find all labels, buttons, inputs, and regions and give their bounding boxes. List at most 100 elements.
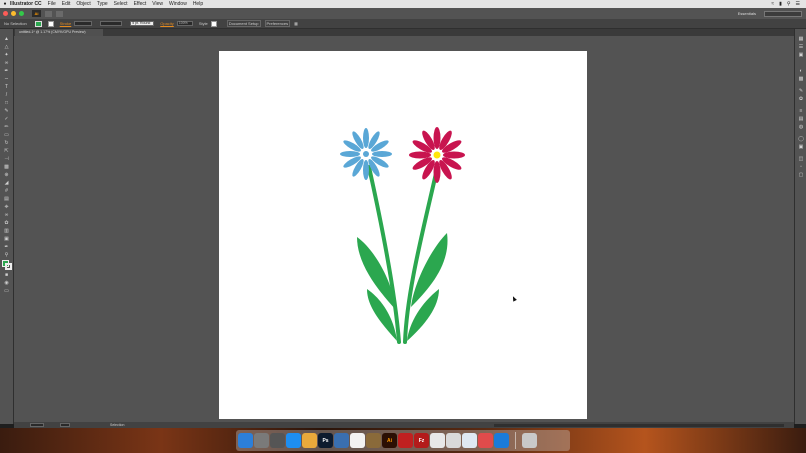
symbols-panel-icon[interactable]: ✿: [798, 97, 804, 102]
color-mode-icon[interactable]: ■: [3, 273, 10, 278]
spotlight-icon[interactable]: ⚲: [787, 1, 791, 7]
minimize-window-icon[interactable]: [11, 11, 16, 16]
battery-icon[interactable]: ▮: [779, 1, 782, 7]
symbol-sprayer-tool-icon[interactable]: ✿: [3, 221, 10, 226]
shape-builder-tool-icon[interactable]: ⊕: [3, 173, 10, 178]
bridge-icon[interactable]: [45, 10, 52, 17]
lasso-tool-icon[interactable]: ∞: [3, 61, 10, 66]
dock-app-store-icon[interactable]: [286, 433, 301, 448]
menu-edit[interactable]: Edit: [62, 1, 71, 7]
dock-calendar-icon[interactable]: [350, 433, 365, 448]
pencil-tool-icon[interactable]: ✏: [3, 125, 10, 130]
menu-view[interactable]: View: [152, 1, 163, 7]
shaper-tool-icon[interactable]: ✓: [3, 117, 10, 122]
flower-artwork[interactable]: [219, 51, 587, 419]
preferences-button[interactable]: Preferences: [264, 20, 291, 27]
paintbrush-tool-icon[interactable]: ✎: [3, 109, 10, 114]
stroke-swatch[interactable]: [47, 20, 54, 27]
dock-chrome-icon[interactable]: [446, 433, 461, 448]
zoom-window-icon[interactable]: [19, 11, 24, 16]
close-window-icon[interactable]: [3, 11, 8, 16]
width-tool-icon[interactable]: ⊣: [3, 157, 10, 162]
dock-photoshop-icon[interactable]: Ps: [318, 433, 333, 448]
transform-panel-icon[interactable]: ▢: [798, 173, 804, 178]
appearance-panel-icon[interactable]: ◯: [798, 137, 804, 142]
dock-safari-icon[interactable]: [462, 433, 477, 448]
blend-tool-icon[interactable]: ∞: [3, 213, 10, 218]
scale-tool-icon[interactable]: ⇱: [3, 149, 10, 154]
document-setup-button[interactable]: Document Setup: [226, 20, 261, 27]
menu-file[interactable]: File: [48, 1, 56, 7]
rectangle-tool-icon[interactable]: □: [3, 101, 10, 106]
menu-help[interactable]: Help: [193, 1, 203, 7]
transparency-panel-icon[interactable]: ◍: [798, 125, 804, 130]
style-swatch[interactable]: [210, 20, 217, 27]
curvature-tool-icon[interactable]: ∽: [3, 77, 10, 82]
layers-panel-icon[interactable]: ☰: [798, 45, 804, 50]
eyedropper-tool-icon[interactable]: ⎈: [3, 205, 10, 210]
dock-screenshot-icon[interactable]: [494, 433, 509, 448]
pathfinder-panel-icon[interactable]: ▫: [798, 165, 804, 170]
perspective-tool-icon[interactable]: ◢: [3, 181, 10, 186]
column-graph-tool-icon[interactable]: ▥: [3, 229, 10, 234]
variable-width-field[interactable]: [100, 21, 123, 26]
stroke-link[interactable]: Stroke: [60, 21, 72, 26]
dock-system-preferences-icon[interactable]: [254, 433, 269, 448]
workspace-switcher[interactable]: Essentials: [738, 11, 756, 16]
fill-stroke-widget[interactable]: [2, 260, 12, 270]
slice-tool-icon[interactable]: ✒: [3, 245, 10, 250]
apple-icon[interactable]: ●: [0, 1, 10, 7]
line-tool-icon[interactable]: /: [3, 93, 10, 98]
brushes-panel-icon[interactable]: ✎: [798, 89, 804, 94]
dock-autodesk-icon[interactable]: [398, 433, 413, 448]
stroke-panel-icon[interactable]: ≡: [798, 109, 804, 114]
dock-launchpad-icon[interactable]: [270, 433, 285, 448]
screen-mode-icon[interactable]: ▭: [3, 289, 10, 294]
zoom-field[interactable]: [30, 423, 44, 427]
app-menu[interactable]: Illustrator CC: [10, 1, 42, 7]
arrange-icon[interactable]: ▦: [294, 21, 298, 26]
stroke-color-box[interactable]: [5, 263, 12, 270]
menu-select[interactable]: Select: [114, 1, 128, 7]
dock-keynote-icon[interactable]: [366, 433, 381, 448]
dock-illustrator-icon[interactable]: Ai: [382, 433, 397, 448]
magic-wand-tool-icon[interactable]: ✦: [3, 53, 10, 58]
document-tab[interactable]: untitled-1* @ 1.17% (CMYK/GPU Preview): [15, 29, 103, 36]
dock-filezilla-icon[interactable]: Fz: [414, 433, 429, 448]
status-readout[interactable]: Selection: [110, 423, 124, 427]
properties-panel-icon[interactable]: ▦: [798, 37, 804, 42]
artboard-navigation-field[interactable]: [60, 423, 70, 427]
zoom-tool-icon[interactable]: ⚲: [3, 253, 10, 258]
artboard-tool-icon[interactable]: ▣: [3, 237, 10, 242]
dock-photos-icon[interactable]: [302, 433, 317, 448]
swatches-panel-icon[interactable]: ▩: [798, 77, 804, 82]
notification-icon[interactable]: ☰: [796, 1, 800, 7]
libraries-panel-icon[interactable]: ▣: [798, 53, 804, 58]
color-panel-icon[interactable]: ◐: [798, 69, 804, 74]
mesh-tool-icon[interactable]: #: [3, 189, 10, 194]
artboard[interactable]: [219, 51, 587, 419]
menu-effect[interactable]: Effect: [134, 1, 147, 7]
align-panel-icon[interactable]: ◫: [798, 157, 804, 162]
free-transform-tool-icon[interactable]: ▩: [3, 165, 10, 170]
menu-object[interactable]: Object: [76, 1, 90, 7]
dock-finder-icon[interactable]: [238, 433, 253, 448]
opacity-link[interactable]: Opacity: [160, 21, 174, 26]
stroke-weight-field[interactable]: [74, 21, 93, 26]
dock-itunes-icon[interactable]: [430, 433, 445, 448]
direct-selection-tool-icon[interactable]: △: [3, 45, 10, 50]
search-input[interactable]: [764, 10, 802, 17]
type-tool-icon[interactable]: T: [3, 85, 10, 90]
menu-type[interactable]: Type: [97, 1, 108, 7]
pen-tool-icon[interactable]: ✒: [3, 69, 10, 74]
dock-skype-icon[interactable]: [478, 433, 493, 448]
selection-tool-icon[interactable]: ▲: [3, 37, 10, 42]
dock-preview-icon[interactable]: [334, 433, 349, 448]
opacity-field[interactable]: 100%: [176, 21, 193, 26]
arrange-documents-icon[interactable]: [56, 10, 63, 17]
graphic-styles-panel-icon[interactable]: ▣: [798, 145, 804, 150]
gradient-tool-icon[interactable]: ▤: [3, 197, 10, 202]
gradient-panel-icon[interactable]: ▤: [798, 117, 804, 122]
canvas-area[interactable]: [14, 36, 794, 422]
horizontal-scrollbar[interactable]: [494, 423, 784, 427]
